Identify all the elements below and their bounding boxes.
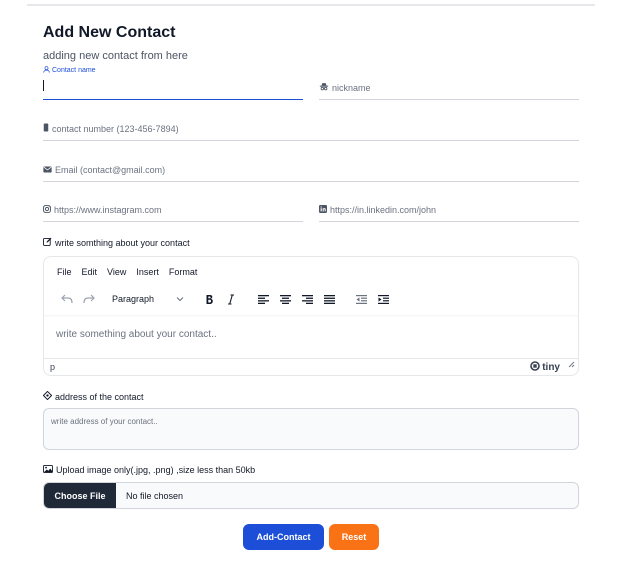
menu-insert[interactable]: Insert xyxy=(136,267,159,277)
menu-format[interactable]: Format xyxy=(169,267,198,277)
tiny-brand-text: tiny xyxy=(542,362,560,373)
linkedin-icon xyxy=(319,205,330,215)
page-subtitle: adding new contact from here xyxy=(43,50,188,62)
add-contact-button[interactable]: Add-Contact xyxy=(243,524,324,550)
email-placeholder: Email (contact@gmail.com) xyxy=(55,165,166,175)
page-title: Add New Contact xyxy=(43,24,176,41)
toolbar-divider xyxy=(44,315,578,317)
align-center-icon[interactable] xyxy=(274,289,296,309)
email-input[interactable]: Email (contact@gmail.com) xyxy=(43,160,579,182)
file-name-text: No file chosen xyxy=(126,490,184,501)
align-right-icon[interactable] xyxy=(296,289,318,309)
instagram-icon xyxy=(43,205,54,215)
element-path[interactable]: p xyxy=(50,362,55,372)
linkedin-input[interactable]: https://in.linkedin.com/john xyxy=(319,200,579,222)
address-label-text: address of the contact xyxy=(55,391,144,402)
chevron-down-icon xyxy=(176,294,184,304)
contact-name-label: Contact name xyxy=(43,66,96,75)
align-left-icon[interactable] xyxy=(252,289,274,309)
block-format-select[interactable]: Paragraph xyxy=(106,289,190,309)
location-icon xyxy=(42,390,55,402)
indent-icon[interactable] xyxy=(372,289,394,309)
menu-edit[interactable]: Edit xyxy=(82,267,98,277)
user-secret-icon xyxy=(319,82,332,93)
resize-handle-icon[interactable] xyxy=(568,355,575,373)
undo-icon[interactable] xyxy=(56,289,78,309)
menu-file[interactable]: File xyxy=(57,267,72,277)
contact-name-input[interactable] xyxy=(43,78,303,100)
editor-toolbar: Paragraph xyxy=(56,288,576,310)
linkedin-placeholder: https://in.linkedin.com/john xyxy=(330,205,437,215)
image-upload-label-text: Upload image only(.jpg, .png) ,size less… xyxy=(56,465,256,475)
align-justify-icon[interactable] xyxy=(318,289,340,309)
tiny-brand[interactable]: tiny xyxy=(530,361,560,374)
image-upload-label: Upload image only(.jpg, .png) ,size less… xyxy=(43,465,255,475)
italic-icon[interactable] xyxy=(220,289,242,309)
contact-number-placeholder: contact number (123-456-7894) xyxy=(52,123,179,134)
editor-menubar: File Edit View Insert Format xyxy=(57,267,197,277)
image-icon xyxy=(43,465,56,475)
address-label: address of the contact xyxy=(42,390,144,402)
editor-statusbar: p tiny xyxy=(44,358,578,375)
nickname-placeholder: nickname xyxy=(332,82,371,93)
contact-number-input[interactable]: contact number (123-456-7894) xyxy=(43,118,579,141)
address-textarea[interactable]: write address of your contact.. xyxy=(43,408,579,450)
rich-text-editor: File Edit View Insert Format Paragraph w… xyxy=(43,256,579,376)
nickname-input[interactable]: nickname xyxy=(319,78,579,100)
outdent-icon[interactable] xyxy=(350,289,372,309)
edit-icon xyxy=(43,237,55,248)
instagram-placeholder: https://www.instagram.com xyxy=(54,205,162,215)
phone-icon xyxy=(43,123,52,134)
image-file-input[interactable]: Choose File No file chosen xyxy=(43,482,579,509)
contact-name-label-text: Contact name xyxy=(52,67,96,74)
menu-view[interactable]: View xyxy=(107,267,126,277)
redo-icon[interactable] xyxy=(78,289,100,309)
user-icon xyxy=(43,66,52,75)
about-label: write somthing about your contact xyxy=(43,237,190,248)
block-format-value: Paragraph xyxy=(112,294,155,304)
editor-content[interactable]: write something about your contact.. xyxy=(56,329,217,340)
choose-file-button[interactable]: Choose File xyxy=(44,483,116,508)
reset-button[interactable]: Reset xyxy=(329,524,379,550)
about-label-text: write somthing about your contact xyxy=(55,237,190,248)
envelope-icon xyxy=(43,165,55,175)
bold-icon[interactable] xyxy=(198,289,220,309)
instagram-input[interactable]: https://www.instagram.com xyxy=(43,200,303,222)
card-top-border xyxy=(27,4,595,6)
text-caret xyxy=(43,80,44,91)
tiny-logo-icon xyxy=(530,361,542,374)
